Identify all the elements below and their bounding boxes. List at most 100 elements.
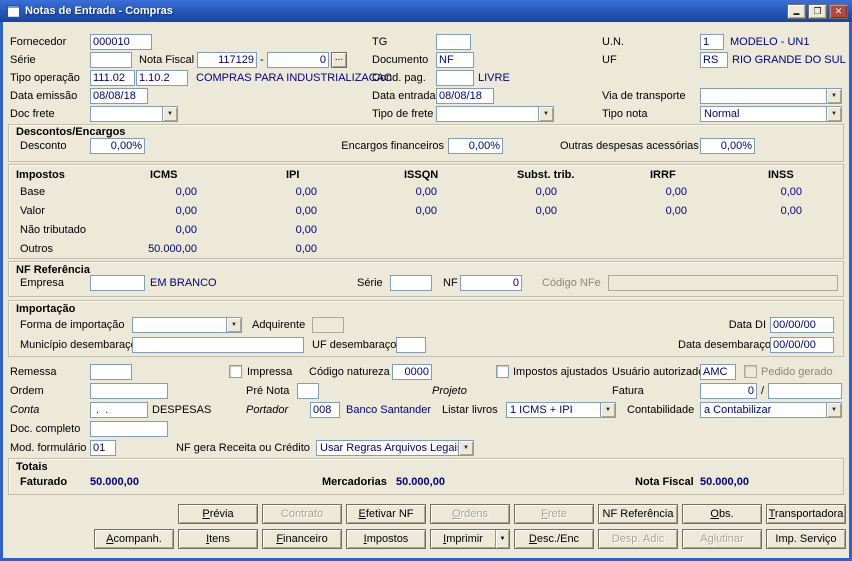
un-input[interactable] <box>700 34 724 50</box>
close-button[interactable]: ✕ <box>829 3 848 19</box>
chevron-down-icon[interactable]: ▼ <box>600 403 615 417</box>
serie-input[interactable] <box>90 52 132 68</box>
button-label: Aglutinar <box>700 533 744 545</box>
imp-servico-button[interactable]: Imp. Serviço <box>766 529 846 549</box>
button-label: Itens <box>206 533 230 545</box>
chevron-down-icon[interactable]: ▼ <box>826 89 841 103</box>
frete-button: Frete <box>514 504 594 524</box>
financeiro-button[interactable]: Financeiro <box>262 529 342 549</box>
button-label: Acompanh. <box>106 533 162 545</box>
imprimir-dropdown-icon[interactable]: ▼ <box>495 530 509 548</box>
conta-input[interactable] <box>90 402 148 418</box>
maximize-button[interactable]: ❐ <box>808 3 827 19</box>
obs-button[interactable]: Obs. <box>682 504 762 524</box>
codigo-natureza-input[interactable] <box>392 364 432 380</box>
impostos-value: 0,00 <box>415 205 437 217</box>
button-label: Frete <box>541 508 567 520</box>
doc-frete-select[interactable]: ▼ <box>90 106 178 122</box>
nota-fiscal-serie-input[interactable] <box>267 52 329 68</box>
window: Notas de Entrada - Compras ▬ ❐ ✕ Fornece… <box>0 0 852 561</box>
documento-input[interactable] <box>436 52 474 68</box>
impressa-checkbox[interactable] <box>229 365 242 378</box>
conta-label: Conta <box>10 404 40 416</box>
uf-input[interactable] <box>700 52 728 68</box>
aglutinar-button: Aglutinar <box>682 529 762 549</box>
data-entrada-input[interactable] <box>436 88 494 104</box>
impostos-value: 0,00 <box>175 186 197 198</box>
data-emissao-input[interactable] <box>90 88 148 104</box>
nfref-empresa-desc: EM BRANCO <box>150 277 217 289</box>
contrato-button: Contrato <box>262 504 342 524</box>
mercadorias-value: 50.000,00 <box>396 476 445 488</box>
button-label: Financeiro <box>276 533 328 545</box>
tipo-operacao-codigo-input[interactable] <box>90 70 135 86</box>
doc-completo-input[interactable] <box>90 421 168 437</box>
nota-fiscal-browse-button[interactable]: ... <box>331 52 347 68</box>
nfref-nf-input[interactable] <box>460 275 522 291</box>
mod-formulario-input[interactable] <box>90 440 116 456</box>
button-label: Transportadora <box>768 508 844 520</box>
desconto-label: Desconto <box>20 140 67 152</box>
chevron-down-icon[interactable]: ▼ <box>538 107 553 121</box>
nota-fiscal-numero-input[interactable] <box>197 52 257 68</box>
itens-button[interactable]: Itens <box>178 529 258 549</box>
chevron-down-icon[interactable]: ▼ <box>458 441 473 455</box>
portador-input[interactable] <box>310 402 340 418</box>
tipo-operacao-natureza-input[interactable] <box>136 70 188 86</box>
data-di-input[interactable] <box>770 317 834 333</box>
chevron-down-icon[interactable]: ▼ <box>162 107 177 121</box>
fatura-input[interactable] <box>700 383 757 399</box>
tipo-operacao-label: Tipo operação <box>10 72 80 84</box>
previa-button[interactable]: Prévia <box>178 504 258 524</box>
data-desembaraco-input[interactable] <box>770 337 834 353</box>
doc-frete-label: Doc frete <box>10 108 55 120</box>
nf-gera-select[interactable]: Usar Regras Arquivos Legais ▼ <box>316 440 474 456</box>
fatura-parcela-input[interactable] <box>768 383 842 399</box>
tg-input[interactable] <box>436 34 471 50</box>
button-label: Imp. Serviço <box>775 533 837 545</box>
transportadora-button[interactable]: Transportadora <box>766 504 846 524</box>
listar-livros-select[interactable]: 1 ICMS + IPI ▼ <box>506 402 616 418</box>
button-label: Impostos <box>363 533 409 545</box>
pedido-gerado-checkbox <box>744 365 757 378</box>
fornecedor-label: Fornecedor <box>10 36 67 48</box>
button-label: Desp. Adic <box>611 533 665 545</box>
nfref-serie-input[interactable] <box>390 275 432 291</box>
chevron-down-icon[interactable]: ▼ <box>826 403 841 417</box>
cond-pag-input[interactable] <box>436 70 474 86</box>
impostos-value: 0,00 <box>415 186 437 198</box>
ordens-button: Ordens <box>430 504 510 524</box>
chevron-down-icon[interactable]: ▼ <box>226 318 241 332</box>
pre-nota-input[interactable] <box>297 383 319 399</box>
via-transporte-select[interactable]: ▼ <box>700 88 842 104</box>
outras-despesas-input[interactable] <box>700 138 755 154</box>
municipio-desembaraco-input[interactable] <box>132 337 304 353</box>
contabilidade-select[interactable]: a Contabilizar ▼ <box>700 402 842 418</box>
desc-enc-button[interactable]: Desc./Enc <box>514 529 594 549</box>
tipo-frete-select[interactable]: ▼ <box>436 106 554 122</box>
tipo-nota-select[interactable]: Normal ▼ <box>700 106 842 122</box>
remessa-input[interactable] <box>90 364 132 380</box>
imprimir-button[interactable]: Imprimir ▼ <box>430 529 510 549</box>
encargos-input[interactable] <box>448 138 503 154</box>
fornecedor-input[interactable] <box>90 34 152 50</box>
titlebar: Notas de Entrada - Compras ▬ ❐ ✕ <box>0 0 852 22</box>
uf-desembaraco-input[interactable] <box>396 337 426 353</box>
via-transporte-label: Via de transporte <box>602 90 686 102</box>
chevron-down-icon[interactable]: ▼ <box>826 107 841 121</box>
acompanh-button[interactable]: Acompanh. <box>94 529 174 549</box>
ordem-input[interactable] <box>90 383 168 399</box>
minimize-button[interactable]: ▬ <box>787 3 806 19</box>
impostos-ajustados-checkbox[interactable] <box>496 365 509 378</box>
projeto-label: Projeto <box>432 385 467 397</box>
efetivar-nf-button[interactable]: Efetivar NF <box>346 504 426 524</box>
impostos-value: 0,00 <box>665 186 687 198</box>
codigo-natureza-label: Código natureza <box>309 366 390 378</box>
forma-importacao-select[interactable]: ▼ <box>132 317 242 333</box>
pedido-gerado-label: Pedido gerado <box>761 366 833 378</box>
impostos-button[interactable]: Impostos <box>346 529 426 549</box>
desconto-input[interactable] <box>90 138 145 154</box>
nf-referencia-button[interactable]: NF Referência <box>598 504 678 524</box>
usuario-autorizado-input[interactable] <box>700 364 736 380</box>
nfref-empresa-input[interactable] <box>90 275 145 291</box>
